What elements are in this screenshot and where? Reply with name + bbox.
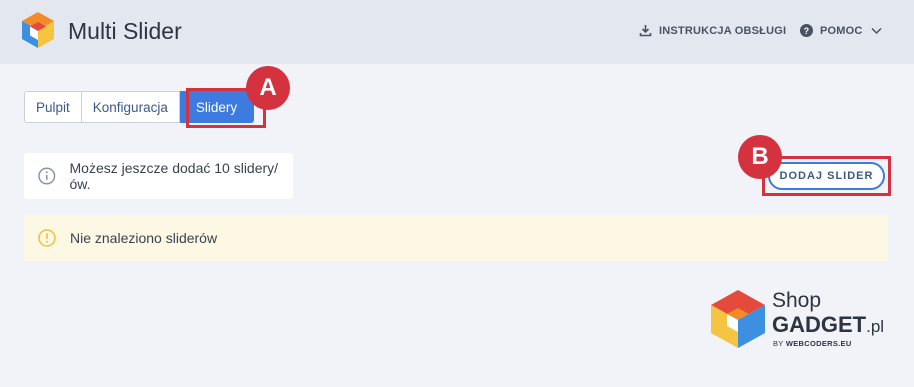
- warning-text: Nie znaleziono sliderów: [70, 230, 218, 246]
- shopgadget-logo: [711, 290, 765, 348]
- tab-konfiguracja[interactable]: Konfiguracja: [81, 91, 180, 123]
- app-header: Multi Slider INSTRUKCJA OBSŁUGI ? POMOC: [0, 0, 914, 64]
- brand-by-prefix: BY: [773, 339, 784, 348]
- download-icon: [639, 25, 652, 37]
- manual-link[interactable]: INSTRUKCJA OBSŁUGI: [639, 24, 786, 37]
- svg-text:?: ?: [804, 26, 810, 36]
- multi-slider-logo: [22, 12, 54, 48]
- info-text: Możesz jeszcze dodać 10 slidery/ów.: [69, 160, 279, 192]
- app-title: Multi Slider: [68, 18, 182, 44]
- info-circle-icon: [38, 167, 56, 185]
- brand-gadget-word: GADGET: [772, 312, 867, 337]
- help-label: POMOC: [820, 24, 863, 37]
- add-slider-button[interactable]: DODAJ SLIDER: [768, 162, 885, 190]
- marker-a: A: [246, 66, 290, 110]
- brand-shop: Shop: [772, 289, 822, 312]
- question-circle-icon: ?: [800, 24, 813, 37]
- brand-gadget: GADGET.pl: [772, 312, 884, 338]
- brand-tld: .pl: [866, 317, 885, 336]
- brand-byline: BY WEBCODERS.EU: [773, 339, 852, 348]
- warning-circle-icon: [38, 229, 56, 247]
- info-message: Możesz jeszcze dodać 10 slidery/ów.: [24, 153, 293, 199]
- help-menu[interactable]: ? POMOC: [800, 24, 889, 37]
- brand-by-company: WEBCODERS.EU: [785, 339, 852, 348]
- chevron-down-icon: [871, 27, 882, 34]
- marker-b: B: [738, 135, 782, 179]
- warning-message: Nie znaleziono sliderów: [24, 215, 888, 261]
- tab-pulpit[interactable]: Pulpit: [24, 91, 82, 123]
- manual-label: INSTRUKCJA OBSŁUGI: [659, 24, 787, 37]
